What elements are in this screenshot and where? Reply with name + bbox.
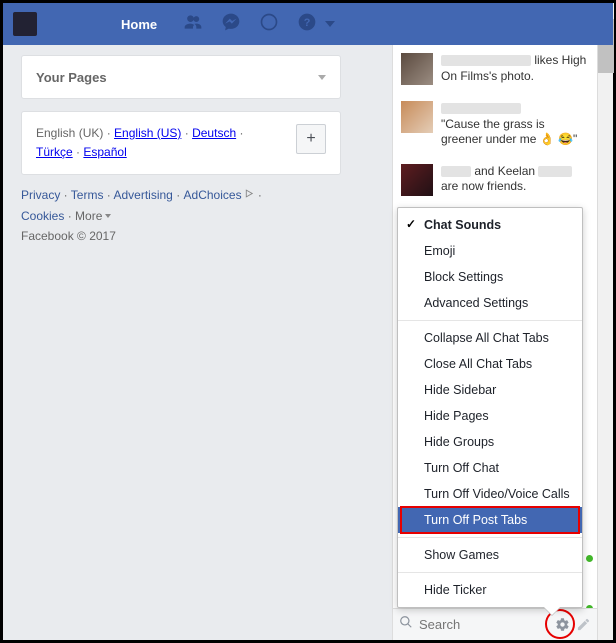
account-menu-caret-icon[interactable] [325,21,335,27]
chat-settings-menu: Chat Sounds Emoji Block Settings Advance… [397,207,583,608]
menu-hide-sidebar[interactable]: Hide Sidebar [398,377,582,403]
avatar [401,53,433,85]
profile-thumbnail[interactable] [13,12,37,36]
footer-cookies[interactable]: Cookies [21,209,64,223]
ticker-text: and Keelan are now friends. [441,164,589,196]
menu-turn-off-video[interactable]: Turn Off Video/Voice Calls [398,481,582,507]
lang-es[interactable]: Español [83,145,126,159]
home-button[interactable]: Home [107,5,171,44]
menu-show-games[interactable]: Show Games [398,542,582,568]
ticker-text: likes High On Films's photo. [441,53,589,85]
notifications-icon[interactable] [259,12,279,37]
language-card: English (UK) · English (US) · Deutsch · … [21,111,341,175]
footer-adchoices[interactable]: AdChoices [184,185,242,205]
help-row: ? [297,12,335,37]
chevron-down-icon [318,75,326,80]
menu-separator [398,572,582,573]
messages-icon[interactable] [221,12,241,37]
footer-copyright: Facebook © 2017 [21,229,116,243]
menu-turn-off-chat[interactable]: Turn Off Chat [398,455,582,481]
lang-en-us[interactable]: English (US) [114,126,181,140]
menu-close-all[interactable]: Close All Chat Tabs [398,351,582,377]
chat-bottom-bar [392,608,597,640]
friend-requests-icon[interactable] [183,12,203,37]
footer-more[interactable]: More [75,206,102,226]
menu-turn-off-post-tabs[interactable]: Turn Off Post Tabs [398,507,582,533]
menu-hide-pages[interactable]: Hide Pages [398,403,582,429]
online-status-icon [586,555,593,562]
footer-advertising[interactable]: Advertising [113,188,172,202]
redacted-name [441,55,531,66]
menu-collapse-all[interactable]: Collapse All Chat Tabs [398,325,582,351]
menu-hide-ticker[interactable]: Hide Ticker [398,577,582,603]
menu-chat-sounds[interactable]: Chat Sounds [398,212,582,238]
left-column: Your Pages English (UK) · English (US) ·… [21,55,341,247]
lang-de[interactable]: Deutsch [192,126,236,140]
ticker-item[interactable]: likes High On Films's photo. [393,45,597,93]
chat-settings-button[interactable] [555,615,570,635]
redacted-name [441,166,471,177]
ticker-text: "Cause the grass is greener under me 👌 😂… [441,101,589,148]
menu-emoji[interactable]: Emoji [398,238,582,264]
footer-links: Privacy · Terms · Advertising · AdChoice… [21,185,341,246]
caret-down-icon [105,214,111,218]
lang-tr[interactable]: Türkçe [36,145,73,159]
your-pages-card[interactable]: Your Pages [21,55,341,99]
adchoices-icon [244,185,255,205]
language-list: English (UK) · English (US) · Deutsch · … [36,124,243,162]
lang-current: English (UK) [36,126,103,140]
redacted-name [441,103,521,114]
ticker-item[interactable]: "Cause the grass is greener under me 👌 😂… [393,93,597,156]
help-icon[interactable]: ? [297,12,317,37]
your-pages-title: Your Pages [36,70,107,85]
window-scrollbar[interactable] [597,3,613,640]
svg-text:?: ? [304,17,311,29]
app-frame: Home ? Your Pages English (UK [0,0,616,643]
avatar [401,164,433,196]
avatar [401,101,433,133]
ticker-item[interactable]: and Keelan are now friends. [393,156,597,204]
menu-hide-groups[interactable]: Hide Groups [398,429,582,455]
search-icon [399,615,413,634]
add-language-button[interactable]: + [296,124,326,154]
menu-separator [398,537,582,538]
footer-terms[interactable]: Terms [71,188,104,202]
menu-separator [398,320,582,321]
menu-advanced-settings[interactable]: Advanced Settings [398,290,582,316]
footer-privacy[interactable]: Privacy [21,188,60,202]
chat-search-input[interactable] [419,617,549,632]
nav-icons [183,12,279,37]
new-message-button[interactable] [576,616,591,634]
top-nav: Home ? [3,3,613,45]
redacted-name [538,166,572,177]
menu-block-settings[interactable]: Block Settings [398,264,582,290]
